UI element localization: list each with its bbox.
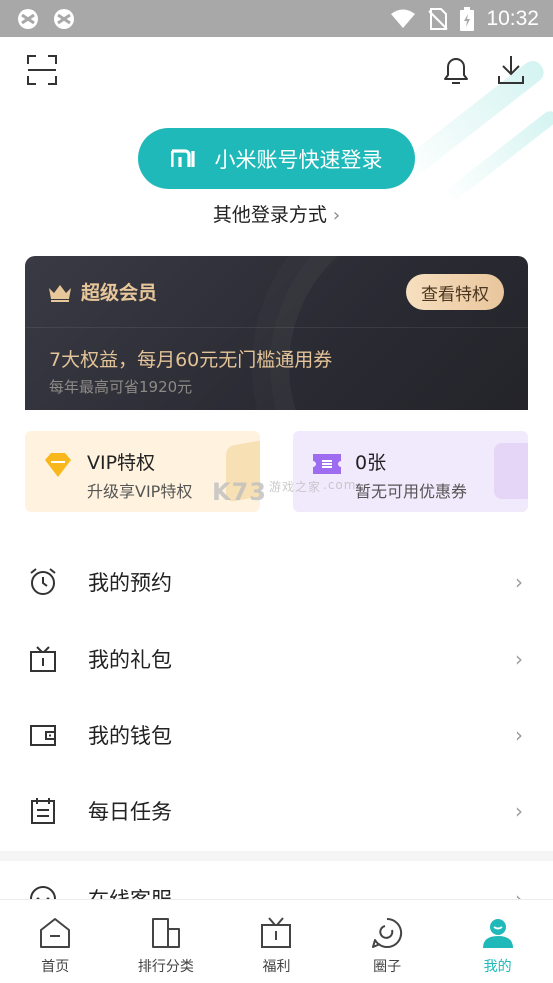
diamond-icon xyxy=(45,453,71,477)
scan-icon[interactable] xyxy=(27,55,57,85)
crown-icon xyxy=(49,284,71,302)
login-button-label: 小米账号快速登录 xyxy=(214,147,383,172)
nav-ranking[interactable]: 排行分类 xyxy=(111,900,222,983)
gift-box-icon xyxy=(261,917,292,948)
menu-item-reservations[interactable]: 我的预约 › xyxy=(0,544,553,620)
profile-icon xyxy=(482,919,513,948)
community-icon xyxy=(372,917,403,948)
menu-item-daily-tasks[interactable]: 每日任务 › xyxy=(0,773,553,849)
menu-item-gifts[interactable]: 我的礼包 › xyxy=(0,621,553,697)
promo-subtitle: 暂无可用优惠券 xyxy=(355,482,468,501)
bottom-navigation: 首页 排行分类 福利 圈子 我的 xyxy=(0,899,553,983)
vip-saving-text: 每年最高可省1920元 xyxy=(49,378,193,396)
super-vip-card[interactable]: 超级会员 查看特权 7大权益，每月60元无门槛通用券 每年最高可省1920元 xyxy=(25,256,528,426)
decorative-shape xyxy=(494,443,528,499)
promo-title: 0张 xyxy=(355,452,387,474)
nav-community[interactable]: 圈子 xyxy=(332,900,443,983)
wallet-icon xyxy=(30,725,56,746)
calendar-icon xyxy=(31,798,55,824)
status-bar: 10:32 xyxy=(0,0,553,37)
watermark-sub: 游戏之家 xyxy=(269,480,322,494)
no-sim-icon xyxy=(428,7,449,30)
watermark-text: K73 xyxy=(212,478,267,506)
nav-home[interactable]: 首页 xyxy=(0,900,111,983)
ranking-icon xyxy=(151,918,180,948)
section-separator xyxy=(0,851,553,861)
wifi-icon xyxy=(391,9,416,28)
mi-account-login-button[interactable]: 小米账号快速登录 xyxy=(138,128,415,189)
menu-label: 我的钱包 xyxy=(88,724,172,748)
bell-icon[interactable] xyxy=(441,54,471,86)
chevron-right-icon: › xyxy=(515,799,523,823)
nav-label: 首页 xyxy=(41,959,70,975)
other-login-label: 其他登录方式 xyxy=(212,204,327,226)
gift-icon xyxy=(30,646,56,672)
vip-title: 超级会员 xyxy=(47,278,157,305)
vip-title-text: 超级会员 xyxy=(81,282,158,304)
menu-label: 每日任务 xyxy=(88,800,172,824)
notification-app-icon xyxy=(18,8,38,29)
menu-item-wallet[interactable]: 我的钱包 › xyxy=(0,697,553,773)
nav-label: 圈子 xyxy=(373,959,402,975)
nav-label: 我的 xyxy=(483,959,512,975)
nav-welfare[interactable]: 福利 xyxy=(221,900,332,983)
view-privileges-button[interactable]: 查看特权 xyxy=(406,274,504,310)
chevron-right-icon: › xyxy=(515,647,523,671)
vip-benefit-text: 7大权益，每月60元无门槛通用券 xyxy=(49,349,333,371)
divider xyxy=(25,327,528,328)
clock: 10:32 xyxy=(486,6,539,30)
coupon-icon xyxy=(313,454,341,474)
nav-label: 排行分类 xyxy=(137,959,194,975)
chevron-right-icon: › xyxy=(515,570,523,594)
other-login-link[interactable]: 其他登录方式 › xyxy=(0,200,553,227)
mi-logo-icon xyxy=(170,148,195,167)
promo-subtitle: 升级享VIP特权 xyxy=(87,482,193,501)
menu-label: 我的预约 xyxy=(88,571,172,595)
nav-label: 福利 xyxy=(262,959,291,975)
watermark-logo: K73 游戏之家 .com xyxy=(212,478,356,506)
nav-profile[interactable]: 我的 xyxy=(442,900,553,983)
watermark-domain: .com xyxy=(323,478,357,492)
promo-title: VIP特权 xyxy=(87,452,156,474)
home-icon xyxy=(40,918,71,948)
chevron-right-icon: › xyxy=(515,723,523,747)
download-icon[interactable] xyxy=(497,54,525,86)
notification-app-icon xyxy=(54,8,74,29)
menu-label: 我的礼包 xyxy=(88,648,172,672)
battery-icon xyxy=(460,6,475,31)
alarm-clock-icon xyxy=(30,568,56,595)
chevron-right-icon: › xyxy=(332,205,341,226)
